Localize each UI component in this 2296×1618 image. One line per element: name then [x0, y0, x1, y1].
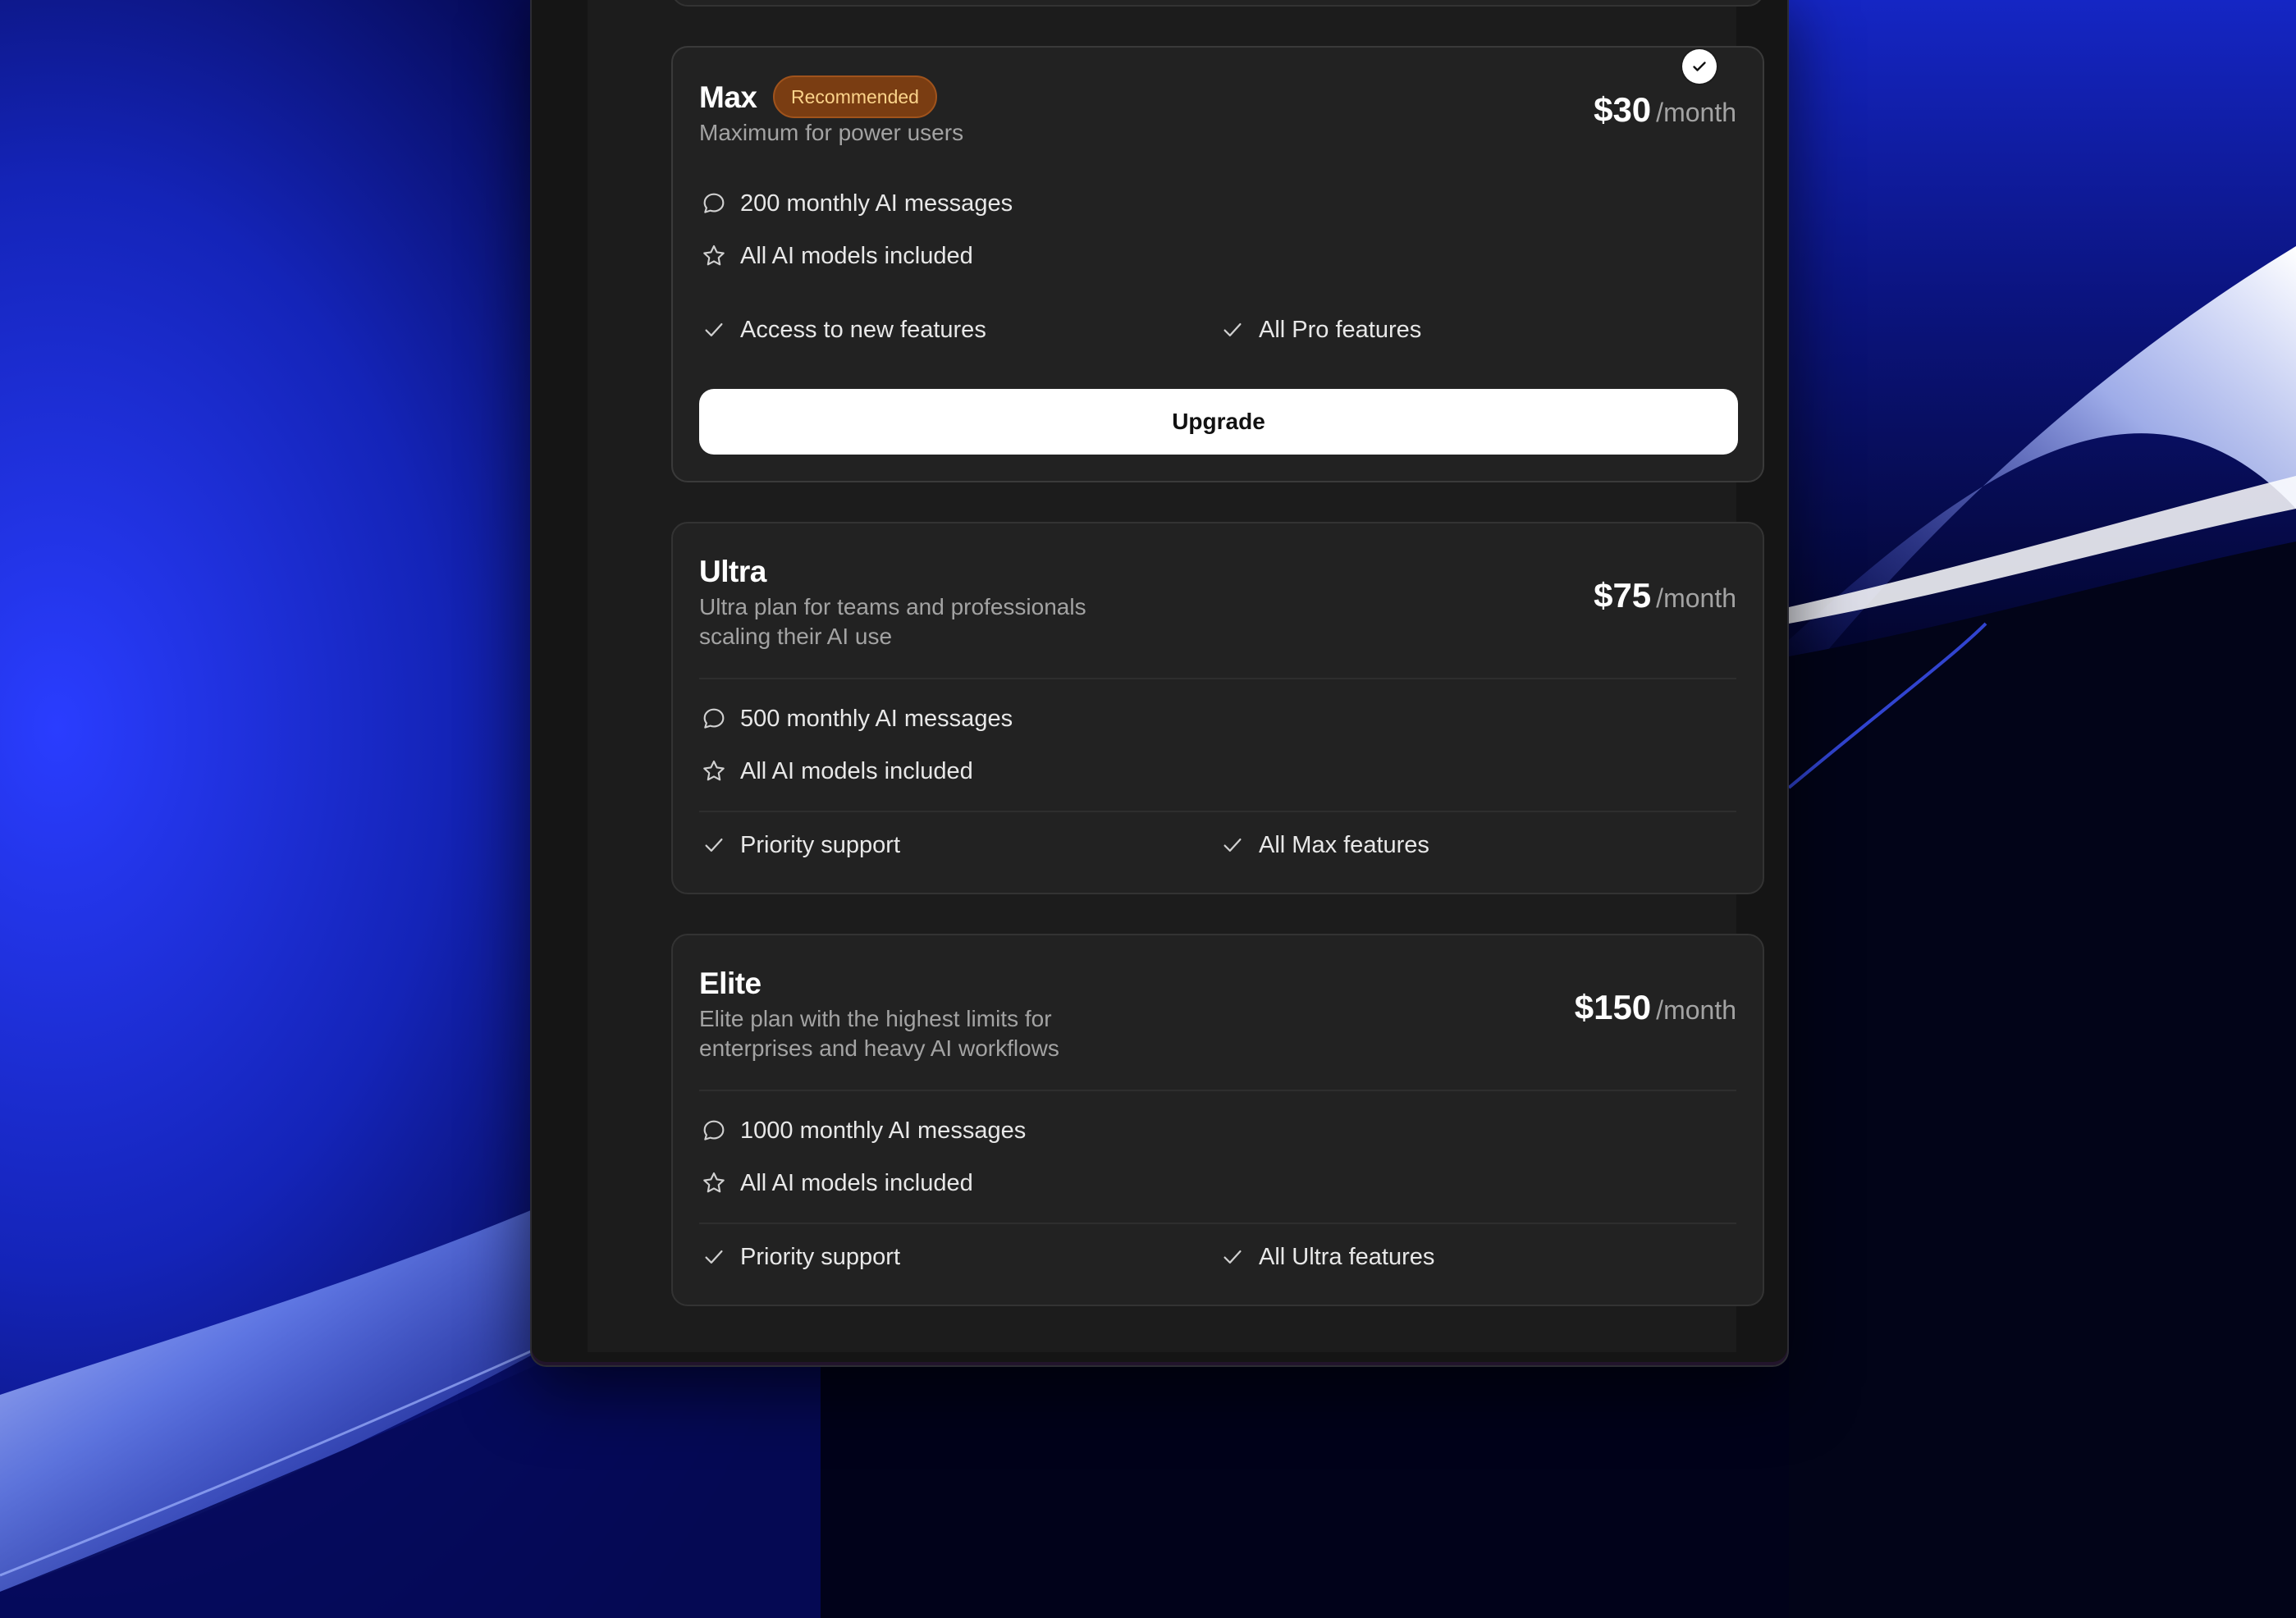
plan-name: Elite — [699, 967, 762, 1000]
plan-name: Ultra — [699, 555, 766, 588]
feature-label: Priority support — [740, 1243, 901, 1270]
feature-label: Priority support — [740, 831, 901, 858]
feature-label: 200 monthly AI messages — [740, 190, 1013, 217]
plan-card-max[interactable]: Max Recommended Maximum for power users … — [671, 46, 1764, 482]
plan-description: Ultra plan for teams and professionals s… — [699, 594, 1086, 649]
feature-check: Priority support — [699, 1241, 900, 1273]
star-icon — [699, 1168, 729, 1198]
price-amount: $150 — [1574, 988, 1652, 1026]
divider — [699, 811, 1736, 812]
feature-label: All Max features — [1259, 831, 1429, 858]
check-icon — [1218, 315, 1247, 345]
check-icon — [699, 315, 729, 345]
feature-label: All AI models included — [740, 242, 973, 269]
plan-description: Elite plan with the highest limits for e… — [699, 1006, 1059, 1061]
divider — [699, 1090, 1736, 1091]
plans-window: Max Recommended Maximum for power users … — [530, 0, 1789, 1367]
feature-label: All Pro features — [1259, 316, 1422, 343]
feature-models: All AI models included — [699, 1167, 973, 1200]
feature-check: Access to new features — [699, 313, 986, 346]
recommended-badge: Recommended — [773, 75, 937, 118]
price-period: /month — [1656, 98, 1736, 127]
chat-bubble-icon — [699, 704, 729, 734]
feature-check: All Ultra features — [1218, 1241, 1434, 1273]
star-icon — [699, 756, 729, 786]
check-icon — [699, 1242, 729, 1272]
price-period: /month — [1656, 995, 1736, 1025]
plans-panel: Max Recommended Maximum for power users … — [588, 0, 1764, 1352]
feature-messages: 200 monthly AI messages — [699, 187, 1013, 220]
feature-check: All Pro features — [1218, 313, 1421, 346]
chat-bubble-icon — [699, 1116, 729, 1145]
check-icon — [1218, 1242, 1247, 1272]
price-period: /month — [1656, 583, 1736, 613]
check-icon — [699, 830, 729, 860]
plan-price: $150/month — [1575, 988, 1736, 1027]
feature-label: Access to new features — [740, 316, 986, 343]
plan-card-ultra[interactable]: Ultra Ultra plan for teams and professio… — [671, 522, 1764, 894]
feature-label: All Ultra features — [1259, 1243, 1435, 1270]
feature-messages: 500 monthly AI messages — [699, 702, 1013, 735]
plan-description: Maximum for power users — [699, 120, 964, 145]
plan-name: Max — [699, 80, 757, 114]
feature-models: All AI models included — [699, 755, 973, 788]
star-icon — [699, 241, 729, 271]
divider — [699, 1223, 1736, 1224]
selected-check-icon — [1682, 49, 1717, 84]
previous-plan-card[interactable] — [671, 0, 1764, 7]
plan-price: $75/month — [1594, 576, 1736, 615]
price-amount: $75 — [1594, 576, 1652, 615]
feature-label: All AI models included — [740, 1169, 973, 1196]
feature-check: All Max features — [1218, 829, 1429, 862]
plan-price: $30/month — [1594, 90, 1736, 130]
feature-label: All AI models included — [740, 757, 973, 784]
feature-messages: 1000 monthly AI messages — [699, 1114, 1026, 1147]
check-icon — [1218, 830, 1247, 860]
divider — [699, 678, 1736, 679]
feature-models: All AI models included — [699, 240, 973, 272]
feature-check: Priority support — [699, 829, 900, 862]
plan-card-elite[interactable]: Elite Elite plan with the highest limits… — [671, 934, 1764, 1306]
upgrade-button[interactable]: Upgrade — [699, 389, 1738, 455]
feature-label: 1000 monthly AI messages — [740, 1117, 1027, 1144]
price-amount: $30 — [1594, 90, 1652, 129]
feature-label: 500 monthly AI messages — [740, 705, 1013, 732]
chat-bubble-icon — [699, 189, 729, 218]
